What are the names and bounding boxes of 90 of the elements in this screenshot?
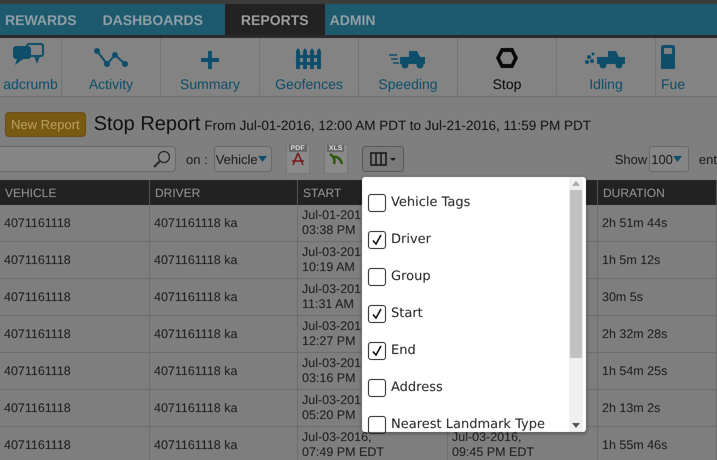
table-cell: Jul-03-201 <box>302 245 362 260</box>
checkbox[interactable] <box>368 342 386 360</box>
checkbox[interactable] <box>368 230 386 248</box>
report-type-tab[interactable]: Summary <box>161 38 260 96</box>
checkbox[interactable] <box>368 194 386 212</box>
fuel-pump-icon <box>661 45 675 69</box>
table-cell: 4071161118 ka <box>154 327 238 341</box>
report-type-tab[interactable]: adcrumb <box>0 38 62 96</box>
checkbox[interactable] <box>368 378 386 396</box>
checkbox[interactable] <box>368 304 386 322</box>
filter-select[interactable]: Vehicle <box>214 146 272 172</box>
table-cell: 4071161118 ka <box>154 216 238 230</box>
menu-option[interactable]: End <box>391 343 416 358</box>
table-cell: Jul-03-201 <box>302 282 362 297</box>
table-cell: 4071161118 <box>4 290 71 304</box>
checkbox[interactable] <box>368 416 386 434</box>
checkmark-icon <box>371 234 383 246</box>
report-type-tab[interactable]: Fue <box>656 38 716 96</box>
menu-option[interactable]: Start <box>391 306 423 321</box>
fence-icon <box>296 47 322 69</box>
menu-option[interactable]: Group <box>391 269 431 284</box>
caret-icon <box>258 156 267 162</box>
table-cell: 12:27 PM <box>302 334 356 349</box>
report-type-tab[interactable]: Speeding <box>359 38 458 96</box>
table-cell: 4071161118 ka <box>154 438 238 452</box>
report-type-tab[interactable]: Geofences <box>260 38 359 96</box>
caret-icon <box>672 156 682 162</box>
page-size-select[interactable]: 100 <box>649 146 689 172</box>
acrobat-icon <box>290 152 306 166</box>
speeding-truck-icon <box>389 49 427 69</box>
report-title: Stop Report <box>94 112 200 136</box>
table-cell: 4071161118 ka <box>154 253 238 267</box>
table-cell: 4071161118 <box>4 364 71 378</box>
nav-tab[interactable]: ADMIN <box>324 4 398 35</box>
table-cell: 03:38 PM <box>302 223 356 238</box>
nav-tab[interactable]: REPORTS <box>224 4 325 35</box>
show-label: Show <box>614 152 648 166</box>
table-cell: 09:45 PM EDT <box>452 445 534 460</box>
table-cell: 1h 55m 46s <box>602 438 668 452</box>
checkmark-icon <box>371 344 383 356</box>
table-cell: 1h 54m 25s <box>602 364 668 378</box>
idling-truck-icon <box>585 49 627 69</box>
nav-tab[interactable]: DASHBOARDS <box>98 4 225 35</box>
hexagon-icon <box>495 47 519 69</box>
line-graph-icon <box>94 47 128 69</box>
table-cell: 10:19 AM <box>302 260 355 275</box>
columns-button[interactable] <box>362 146 404 172</box>
table-cell: 4071161118 <box>4 401 71 415</box>
menu-option[interactable]: Address <box>391 380 443 395</box>
columns-icon <box>370 152 396 166</box>
menu-option[interactable]: Driver <box>391 232 432 247</box>
table-cell: Jul-03-201 <box>302 319 362 334</box>
report-type-tab[interactable]: Activity <box>62 38 161 96</box>
report-type-tab[interactable]: Idling <box>557 38 656 96</box>
table-cell: 30m 5s <box>602 290 643 304</box>
table-cell: 03:16 PM <box>302 371 356 386</box>
filter-label: on : <box>186 152 208 166</box>
checkmark-icon <box>371 308 383 320</box>
table-cell: 2h 32m 28s <box>602 327 668 341</box>
table-cell: Jul-03-2016, <box>302 430 372 445</box>
table-cell: 4071161118 ka <box>154 364 238 378</box>
search-icon <box>153 150 171 168</box>
menu-option[interactable]: Nearest Landmark Type <box>391 417 545 432</box>
scroll-thumb[interactable] <box>570 190 582 358</box>
new-report-button[interactable]: New Report <box>5 112 86 136</box>
table-cell: 4071161118 <box>4 253 71 267</box>
table-cell: Jul-01-201 <box>302 208 362 223</box>
table-cell: Jul-03-201 <box>302 356 362 371</box>
table-cell: 4071161118 <box>4 438 71 452</box>
table-cell: 2h 13m 2s <box>602 401 660 415</box>
report-date-range: From Jul-01-2016, 12:00 AM PDT to Jul-21-2016, 11:59 PM PDT <box>204 118 592 133</box>
table-cell: 4071161118 ka <box>154 401 238 415</box>
table-cell: 1h 5m 12s <box>602 253 660 267</box>
table-cell: 4071161118 <box>4 327 71 341</box>
nav-tab[interactable]: REWARDS <box>0 4 99 35</box>
plus-icon <box>201 51 219 69</box>
spreadsheet-logo-icon <box>328 152 344 166</box>
table-cell: 4071161118 ka <box>154 290 238 304</box>
table-cell: 05:20 PM <box>302 408 356 423</box>
scrollbar[interactable] <box>569 177 583 432</box>
table-cell: Jul-03-2016, <box>452 430 522 445</box>
entries-label: ent <box>698 152 717 166</box>
table-cell: 07:49 PM EDT <box>302 445 384 460</box>
table-cell: 11:31 AM <box>302 297 354 312</box>
table-cell: Jul-03-201 <box>302 393 362 408</box>
table-cell: 4071161118 <box>4 216 71 230</box>
checkbox[interactable] <box>368 268 386 286</box>
search-field[interactable] <box>0 146 176 172</box>
table-cell: 2h 51m 44s <box>602 216 668 230</box>
report-type-tab[interactable]: Stop <box>458 38 557 96</box>
